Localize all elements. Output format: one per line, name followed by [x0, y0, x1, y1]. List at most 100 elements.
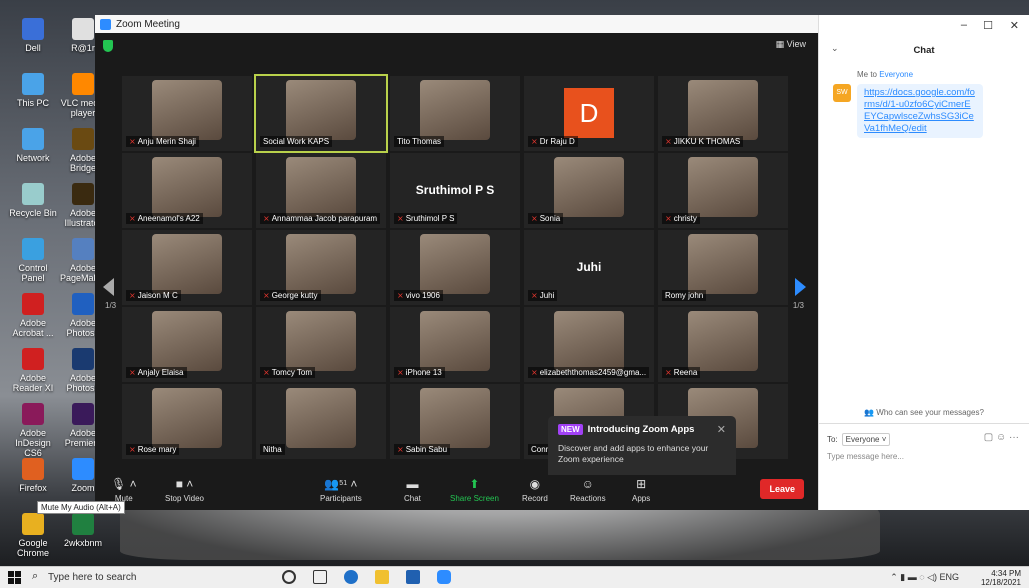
participant-tile[interactable]: ⨯ Sabin Sabu [390, 384, 520, 459]
participants-button[interactable]: 👥51 ˄ Participants [320, 477, 362, 503]
mail-icon[interactable] [406, 570, 420, 584]
message-from: Me to [857, 70, 878, 79]
participant-tile[interactable]: ⨯ vivo 1906 [390, 230, 520, 305]
share-screen-button[interactable]: ⬆ Share Screen [450, 477, 499, 503]
desktop-icon-label: Dell [25, 43, 41, 53]
participant-tile[interactable]: Social Work KAPS [254, 74, 388, 153]
participant-tile[interactable]: Romy john [658, 230, 788, 305]
chat-message-input[interactable]: Type message here... [827, 452, 904, 461]
system-tray-icons[interactable]: ⌃ ▮ ▬ ◌ ◁) ENG [890, 572, 959, 583]
participant-name: christy [673, 214, 697, 223]
next-page-arrow-icon[interactable] [795, 278, 806, 296]
to-label: To: [827, 435, 838, 444]
participant-tile[interactable]: ⨯ christy [658, 153, 788, 228]
participant-tile[interactable]: ⨯ George kutty [256, 230, 386, 305]
participant-tile[interactable]: ⨯ iPhone 13 [390, 307, 520, 382]
stop-video-button[interactable]: ■ ˄ Stop Video [165, 477, 204, 503]
file-explorer-icon[interactable] [375, 570, 389, 584]
view-button[interactable]: ▦ View [776, 39, 806, 50]
desktop-icon[interactable]: 2wkxbnm [58, 513, 108, 548]
zoom-logo-icon [100, 18, 111, 30]
cortana-icon[interactable] [282, 570, 296, 584]
desktop-icon[interactable]: Adobe InDesign CS6 [8, 403, 58, 458]
chat-options-icons[interactable]: ▢ ☺ ··· [984, 432, 1019, 443]
chat-label: Chat [404, 494, 421, 503]
record-button[interactable]: ◉ Record [522, 477, 548, 503]
desktop-icon[interactable]: Adobe Reader XI [8, 348, 58, 393]
prev-page-arrow-icon[interactable] [103, 278, 114, 296]
desktop-icon[interactable]: Network [8, 128, 58, 163]
participant-tile[interactable]: ⨯ Tomcy Tom [256, 307, 386, 382]
participant-avatar: D [564, 88, 614, 138]
task-view-icon[interactable] [313, 570, 327, 584]
desktop-icon[interactable]: Recycle Bin [8, 183, 58, 218]
apps-label: Apps [632, 494, 651, 503]
toast-close-icon[interactable]: ✕ [717, 423, 726, 436]
minimize-icon[interactable]: – [961, 19, 967, 31]
muted-mic-icon: ⨯ [263, 291, 270, 300]
muted-mic-icon: ⨯ [531, 137, 538, 146]
participant-name: elizabeththomas2459@gma... [539, 368, 647, 377]
muted-mic-icon: ⨯ [397, 214, 404, 223]
share-screen-icon: ⬆ [469, 477, 480, 491]
maximize-icon[interactable]: ☐ [983, 19, 993, 32]
participant-tile[interactable]: Sruthimol P S ⨯ Sruthimol P S [390, 153, 520, 228]
desktop-icon[interactable]: Firefox [8, 458, 58, 493]
participant-tile[interactable]: ⨯ Jaison M C [122, 230, 252, 305]
participant-video [420, 388, 490, 448]
participant-name-card: Social Work KAPS [260, 136, 333, 147]
desktop-icon[interactable]: Google Chrome [8, 513, 58, 558]
edge-icon[interactable] [344, 570, 358, 584]
app-icon [22, 293, 44, 315]
clock[interactable]: 4:34 PM 12/18/2021 [981, 569, 1021, 587]
desktop-icon-label: Control Panel [18, 263, 48, 283]
mute-button[interactable]: 🎙 ˄ Mute [111, 477, 137, 503]
participant-name-card: ⨯ Aneenamol's A22 [126, 213, 203, 224]
zoom-taskbar-icon[interactable] [437, 570, 451, 584]
zoom-titlebar: Zoom Meeting [95, 15, 818, 33]
participant-tile[interactable]: ⨯ Rose mary [122, 384, 252, 459]
app-icon [22, 128, 44, 150]
reactions-button[interactable]: ☺ Reactions [570, 477, 606, 503]
participant-tile[interactable]: Juhi ⨯ Juhi [524, 230, 654, 305]
participant-name-card: ⨯ Jaison M C [126, 290, 181, 301]
desktop-icon-label: This PC [16, 98, 49, 108]
participant-name: Sabin Sabu [405, 445, 448, 454]
sender-avatar: SW [833, 84, 851, 102]
participant-tile[interactable]: ⨯ Sonia [524, 153, 654, 228]
who-can-see-link[interactable]: 👥 Who can see your messages? [819, 408, 1029, 417]
recipient-select[interactable]: Everyone ˅ [841, 433, 891, 446]
participant-tile[interactable]: ⨯ Anjaly Elaisa [122, 307, 252, 382]
participant-tile[interactable]: D ⨯ Dr Raju D [524, 76, 654, 151]
chat-button[interactable]: ▬ Chat [404, 477, 421, 503]
desktop-icon[interactable]: Adobe Acrobat ... [8, 293, 58, 338]
muted-mic-icon: ⨯ [397, 291, 404, 300]
leave-button[interactable]: Leave [760, 479, 804, 499]
chat-message-link[interactable]: https://docs.google.com/forms/d/1-u0zfo6… [857, 84, 983, 138]
participant-tile[interactable]: ⨯ elizabeththomas2459@gma... [524, 307, 654, 382]
participant-tile[interactable]: ⨯ Aneenamol's A22 [122, 153, 252, 228]
participant-video [286, 234, 356, 294]
taskbar-search-input[interactable]: Type here to search [48, 572, 136, 583]
encryption-shield-icon[interactable] [103, 40, 113, 52]
window-title: Zoom Meeting [116, 18, 180, 30]
participant-name: Aneenamol's A22 [137, 214, 200, 223]
participant-tile[interactable]: ⨯ JIKKU K THOMAS [658, 76, 788, 151]
desktop-icon[interactable]: This PC [8, 73, 58, 108]
desktop-icon[interactable]: Dell [8, 18, 58, 53]
desktop-icon[interactable]: Control Panel [8, 238, 58, 283]
participant-name: George kutty [271, 291, 318, 300]
participant-tile[interactable]: Tito Thomas [390, 76, 520, 151]
apps-button[interactable]: ⊞ Apps [632, 477, 650, 503]
participant-video [420, 234, 490, 294]
windows-start-icon[interactable] [8, 571, 21, 584]
participant-tile[interactable]: ⨯ Anju Merin Shaji [122, 76, 252, 151]
share-screen-label: Share Screen [450, 494, 499, 503]
participant-tile[interactable]: ⨯ Reena [658, 307, 788, 382]
muted-mic-icon: ⨯ [129, 368, 136, 377]
meeting-toolbar: 🎙 ˄ Mute ■ ˄ Stop Video 👥51 ˄ Participants … [95, 475, 818, 510]
participant-name-card: ⨯ Sonia [528, 213, 564, 224]
close-icon[interactable]: ✕ [1010, 19, 1019, 32]
participant-tile[interactable]: ⨯ Annammaa Jacob parapuram [256, 153, 386, 228]
participant-tile[interactable]: Nitha [256, 384, 386, 459]
